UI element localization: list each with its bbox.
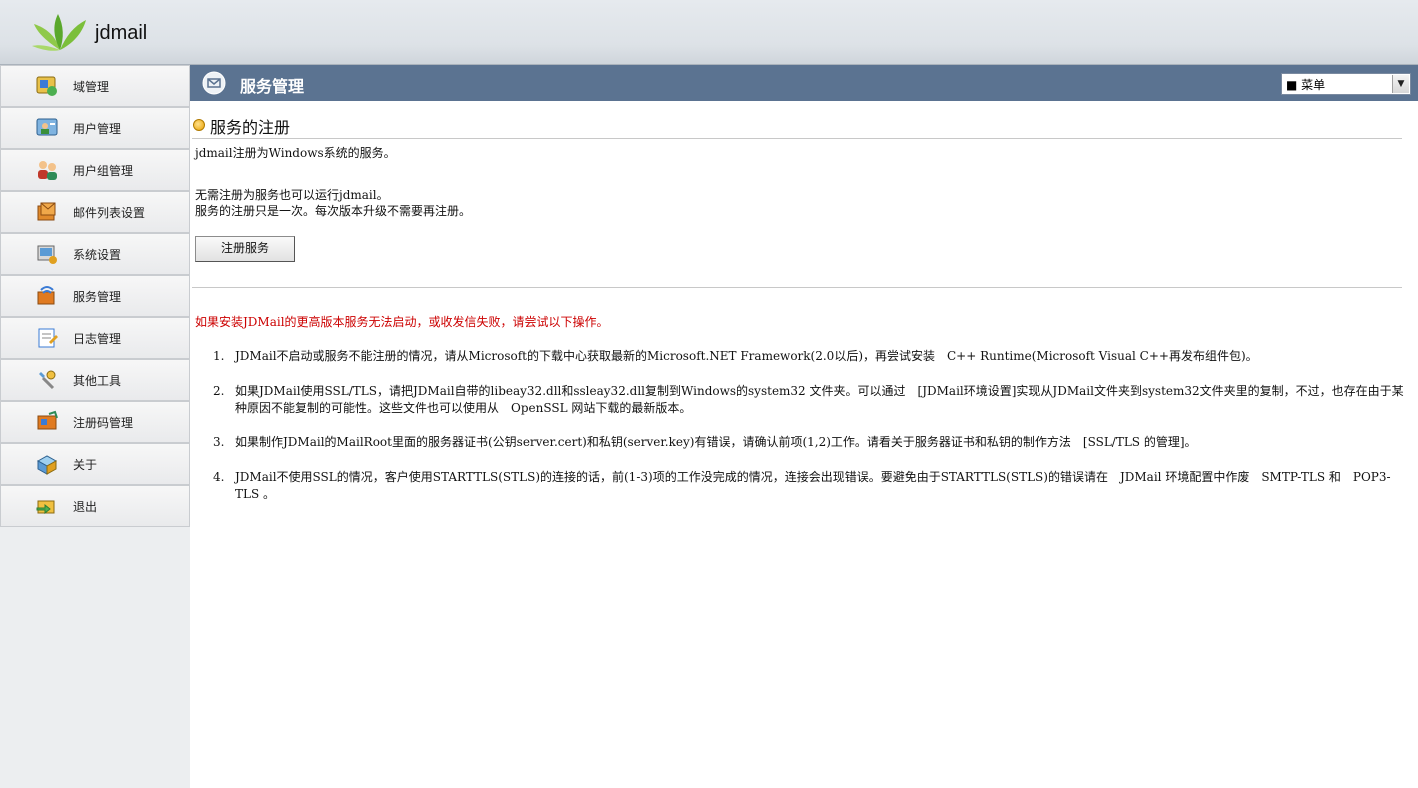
sidebar-item-user-group[interactable]: 用户组管理 <box>0 149 190 191</box>
sidebar-item-license[interactable]: 注册码管理 <box>0 401 190 443</box>
section-title: 服务的注册 <box>210 118 291 137</box>
list-item-number: 2. <box>213 384 225 398</box>
description-line-2: 无需注册为服务也可以运行jdmail。 <box>195 188 389 202</box>
list-item: JDMail不启动或服务不能注册的情况，请从Microsoft的下载中心获取最新… <box>235 349 1258 363</box>
sidebar: 域管理 用户管理 用户组管理 邮件列表设置 系统设置 服务管理 日志管理 其他工… <box>0 65 190 788</box>
list-item: 如果JDMail使用SSL/TLS，请把JDMail自带的libeay32.dl… <box>235 384 1404 415</box>
sidebar-item-tools[interactable]: 其他工具 <box>0 359 190 401</box>
sidebar-item-label: 关于 <box>73 458 98 472</box>
sidebar-item-mailing-list[interactable]: 邮件列表设置 <box>0 191 190 233</box>
sidebar-item-about[interactable]: 关于 <box>0 443 190 485</box>
domain-icon <box>36 76 57 96</box>
user-group-icon <box>38 161 57 180</box>
top-banner: jdmail <box>0 0 1418 65</box>
list-item-number: 3. <box>213 435 225 449</box>
logout-icon <box>36 500 55 515</box>
sidebar-item-label: 系统设置 <box>73 248 122 262</box>
license-icon <box>37 410 58 430</box>
page-header: 服务管理 ■ 菜单 ▼ <box>190 65 1418 101</box>
sidebar-item-domain[interactable]: 域管理 <box>0 65 190 107</box>
divider <box>192 138 1402 139</box>
sidebar-item-label: 注册码管理 <box>73 416 134 430</box>
sidebar-item-label: 日志管理 <box>73 332 122 346</box>
menu-select[interactable]: ■ 菜单 ▼ <box>1281 73 1411 95</box>
list-item: JDMail不使用SSL的情况，客户使用STARTTLS(STLS)的连接的话，… <box>235 470 1391 501</box>
chevron-down-icon[interactable]: ▼ <box>1392 75 1409 93</box>
list-item-number: 1. <box>213 349 225 363</box>
page-title: 服务管理 <box>240 77 305 96</box>
system-settings-icon <box>37 245 57 264</box>
service-icon <box>37 286 55 305</box>
sidebar-item-label: 用户管理 <box>73 122 122 136</box>
menu-select-value: ■ 菜单 <box>1286 78 1326 92</box>
sidebar-item-label: 服务管理 <box>73 290 122 304</box>
log-icon <box>38 328 58 348</box>
sidebar-item-system-settings[interactable]: 系统设置 <box>0 233 190 275</box>
sidebar-item-label: 其他工具 <box>73 374 122 388</box>
warning-text: 如果安装JDMail的更高版本服务无法启动，或收发信失败，请尝试以下操作。 <box>195 315 609 329</box>
sidebar-item-user[interactable]: 用户管理 <box>0 107 190 149</box>
user-icon <box>36 118 58 136</box>
tools-icon <box>39 370 56 390</box>
logo-text: jdmail <box>95 22 148 44</box>
mail-circle-icon <box>202 71 226 95</box>
sidebar-item-service[interactable]: 服务管理 <box>0 275 190 317</box>
list-item-number: 4. <box>213 470 225 484</box>
sidebar-item-logout[interactable]: 退出 <box>0 485 190 527</box>
sidebar-item-label: 域管理 <box>73 80 110 94</box>
description-line-1: jdmail注册为Windows系统的服务。 <box>195 146 396 160</box>
sidebar-item-label: 用户组管理 <box>73 164 134 178</box>
sidebar-item-label: 退出 <box>73 500 98 514</box>
leaf-logo-icon <box>32 14 86 51</box>
mailing-list-icon <box>37 202 56 221</box>
divider <box>192 287 1402 288</box>
register-service-button[interactable]: 注册服务 <box>195 236 295 262</box>
sidebar-item-label: 邮件列表设置 <box>73 206 146 220</box>
sidebar-item-log[interactable]: 日志管理 <box>0 317 190 359</box>
bullet-icon <box>193 119 205 131</box>
about-icon <box>36 455 58 475</box>
list-item: 如果制作JDMail的MailRoot里面的服务器证书(公钥server.cer… <box>235 435 1197 449</box>
description-line-3: 服务的注册只是一次。每次版本升级不需要再注册。 <box>195 204 472 218</box>
